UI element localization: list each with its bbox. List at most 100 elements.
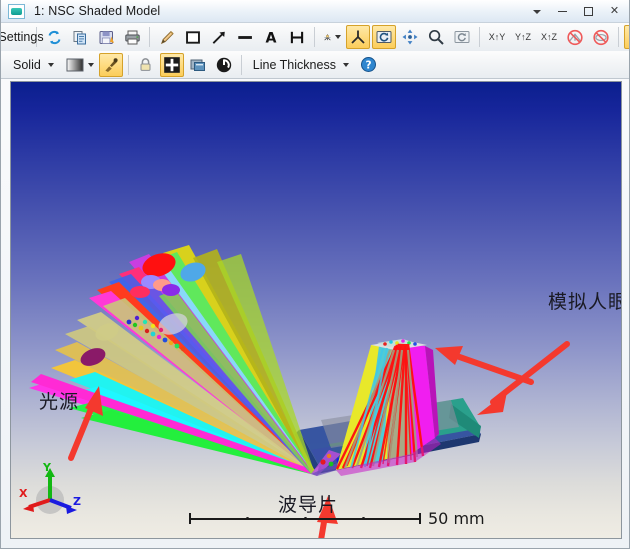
view-yz-button[interactable]: Y↑Z (511, 25, 535, 49)
reset-view-icon (453, 28, 471, 46)
toolbar-separator (149, 27, 150, 47)
scale-bar-label: 50 mm (428, 509, 485, 528)
axis-label-x: X (19, 487, 28, 500)
chevron-down-icon (335, 35, 341, 39)
pencil-button[interactable] (155, 25, 179, 49)
window-close-button[interactable]: ✕ (602, 1, 627, 22)
scale-bar-tick (362, 517, 365, 520)
ray-database-icon (323, 28, 332, 47)
brightness-button[interactable] (99, 53, 123, 77)
text-icon: A (262, 28, 280, 47)
nsc-shaded-model-window: 1: NSC Shaded Model ✕ Settings (0, 0, 630, 549)
print-icon (124, 29, 141, 46)
line-thickness-label: Line Thickness (253, 58, 336, 72)
window-minimize-button[interactable] (550, 1, 575, 22)
layers-icon (189, 56, 207, 74)
chevron-down-icon (343, 63, 349, 67)
window-title: 1: NSC Shaded Model (34, 4, 160, 18)
settings-button[interactable]: Settings (7, 25, 31, 49)
view-xz-label: X↑Z (541, 32, 557, 42)
scale-bar-cap-left (189, 513, 191, 524)
toolbar-secondary: Solid (1, 51, 630, 79)
minimize-icon (558, 11, 567, 12)
annotation-light-source: 光源 (39, 387, 79, 414)
ray-database-button[interactable] (320, 25, 344, 49)
help-icon: ? (360, 56, 377, 73)
view-xy-label: X↑Y (489, 32, 506, 42)
text-button[interactable]: A (259, 25, 283, 49)
isometric-view-button[interactable] (346, 25, 370, 49)
shaded-model-render: Y X Z (11, 82, 622, 539)
svg-text:A: A (266, 30, 277, 46)
shaded-model-scene[interactable]: Y X Z 模拟人眼 光源 波导片 50 (11, 82, 621, 538)
chevron-down-icon (48, 63, 54, 67)
hide-lens-button[interactable] (589, 25, 613, 49)
zoom-icon (427, 28, 445, 46)
close-icon: ✕ (610, 6, 619, 17)
line-button[interactable] (233, 25, 257, 49)
lock-icon (137, 56, 154, 73)
axis-label-y: Y (42, 461, 52, 474)
spin-icon (215, 56, 233, 74)
chevron-down-icon (88, 63, 94, 67)
maximize-icon (584, 7, 593, 16)
dimension-icon (288, 28, 306, 47)
pan-icon (401, 28, 419, 46)
render-mode-dropdown[interactable]: Solid (7, 53, 60, 77)
pencil-icon (158, 28, 176, 47)
window-maximize-button[interactable] (576, 1, 601, 22)
zoom-button[interactable] (424, 25, 448, 49)
rectangle-button[interactable] (181, 25, 205, 49)
brightness-icon (102, 56, 120, 74)
fit-window-button[interactable] (160, 53, 184, 77)
lock-button[interactable] (134, 53, 158, 77)
line-thickness-icon (236, 28, 254, 47)
rectangle-icon (184, 28, 202, 47)
hide-lens-icon (592, 28, 610, 47)
scale-bar-graphic (189, 513, 421, 524)
hide-rays-button[interactable] (563, 25, 587, 49)
line-thickness-dropdown[interactable]: Line Thickness (247, 53, 355, 77)
scale-bar: 50 mm (189, 509, 485, 528)
view-yz-label: Y↑Z (515, 32, 531, 42)
arrow-to-eye-lower (477, 344, 567, 415)
pan-button[interactable] (398, 25, 422, 49)
scale-bar-cap-right (419, 513, 421, 524)
axis-triad: Y X Z (19, 461, 81, 514)
arrow-to-eye-upper (435, 346, 531, 382)
viewport-frame[interactable]: Y X Z 模拟人眼 光源 波导片 50 (10, 81, 622, 539)
rotate-view-button[interactable] (372, 25, 396, 49)
spin-button[interactable] (212, 53, 236, 77)
hide-rays-icon (566, 28, 584, 47)
print-button[interactable] (120, 25, 144, 49)
toolbar-separator (479, 27, 480, 47)
window-icon (8, 4, 25, 19)
scale-bar-tick (304, 517, 307, 520)
dimension-button[interactable] (285, 25, 309, 49)
shaded-model-button[interactable] (624, 25, 630, 49)
svg-text:?: ? (366, 60, 372, 72)
window-dropdown-button[interactable] (524, 1, 549, 22)
fit-window-icon (163, 56, 181, 74)
toolbar-primary: Settings (1, 23, 630, 51)
refresh-button[interactable] (42, 25, 66, 49)
copy-icon (72, 29, 89, 46)
gradient-fill-icon (65, 57, 85, 73)
background-gradient-button[interactable] (62, 53, 97, 77)
view-xz-button[interactable]: X↑Z (537, 25, 561, 49)
arrow-icon (210, 28, 228, 47)
save-button[interactable] (94, 25, 118, 49)
copy-button[interactable] (68, 25, 92, 49)
view-xy-button[interactable]: X↑Y (485, 25, 509, 49)
arrow-button[interactable] (207, 25, 231, 49)
annotation-simulated-eye: 模拟人眼 (548, 287, 622, 314)
help-button[interactable]: ? (357, 53, 381, 77)
reset-view-button[interactable] (450, 25, 474, 49)
window-title-bar: 1: NSC Shaded Model ✕ (1, 0, 630, 23)
layers-button[interactable] (186, 53, 210, 77)
toolbar-separator (618, 27, 619, 47)
isometric-view-icon (349, 28, 367, 46)
save-icon (98, 29, 115, 46)
chevron-down-icon (533, 10, 541, 14)
toolbar-separator (128, 55, 129, 75)
